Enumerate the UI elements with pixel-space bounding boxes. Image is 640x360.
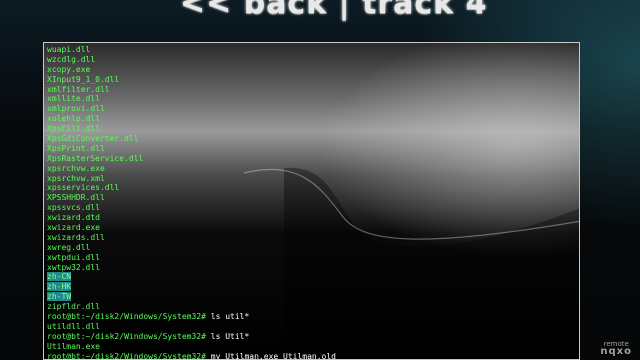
terminal-file-entry: XpsGdiConverter.dll xyxy=(47,134,577,144)
terminal-file-entry: xpsrchvw.exe xyxy=(47,164,577,174)
shell-command: ls util* xyxy=(205,312,250,322)
entry-name: wzcdlg.dll xyxy=(47,54,96,64)
terminal-command-line: root@bt:~/disk2/Windows/System32# mv Uti… xyxy=(47,351,577,360)
watermark-logo: remote nqxo xyxy=(600,340,632,357)
terminal-file-entry: xwreg.dll xyxy=(47,243,577,253)
entry-name: xwtpdui.dll xyxy=(47,252,100,262)
terminal-file-entry: Utilman.exe xyxy=(47,342,577,352)
entry-name: XpsFilt.dll xyxy=(47,124,100,134)
terminal-file-entry: xwtpdui.dll xyxy=(47,253,577,263)
desktop-background: << back | track 4 wuapi.dll wzcdlg.dll xco… xyxy=(0,0,640,360)
entry-name: XpsRasterService.dll xyxy=(47,153,144,163)
entry-name: xwreg.dll xyxy=(47,242,91,252)
terminal-file-entry: xwizard.dtd xyxy=(47,213,577,223)
terminal-file-entry: wuapi.dll xyxy=(47,45,577,55)
entry-name: zh-CN xyxy=(47,272,72,282)
entry-name: xmlprovi.dll xyxy=(47,104,105,114)
entry-name: XPSSHHDR.dll xyxy=(47,193,105,203)
entry-name: wuapi.dll xyxy=(47,45,91,54)
entry-name: xwizard.exe xyxy=(47,223,100,233)
terminal-file-entry: XpsPrint.dll xyxy=(47,144,577,154)
terminal-window[interactable]: wuapi.dll wzcdlg.dll xcopy.exe XInput9_1_0.… xyxy=(43,42,580,360)
entry-name: zh-TW xyxy=(47,292,72,302)
terminal-file-entry: xpsservices.dll xyxy=(47,183,577,193)
terminal-file-entry: xwizards.dll xyxy=(47,233,577,243)
entry-name: xpssvcs.dll xyxy=(47,203,100,213)
terminal-file-entry: XpsFilt.dll xyxy=(47,124,577,134)
terminal-file-entry: XpsRasterService.dll xyxy=(47,154,577,164)
entry-name: XpsPrint.dll xyxy=(47,143,105,153)
terminal-file-entry: xolehlp.dll xyxy=(47,114,577,124)
entry-name: zipfldr.dll xyxy=(47,302,100,312)
entry-name: xpsservices.dll xyxy=(47,183,120,193)
entry-name: xcopy.exe xyxy=(47,64,91,74)
entry-name: XInput9_1_0.dll xyxy=(47,74,120,84)
terminal-command-line: root@bt:~/disk2/Windows/System32# ls Uti… xyxy=(47,332,577,342)
entry-name: XpsGdiConverter.dll xyxy=(47,134,139,144)
shell-prompt: root@bt:~/disk2/Windows/System32# xyxy=(47,331,206,341)
entry-name: xmllite.dll xyxy=(47,94,100,104)
terminal-file-entry: zipfldr.dll xyxy=(47,302,577,312)
terminal-output: wuapi.dll wzcdlg.dll xcopy.exe XInput9_1_0.… xyxy=(47,45,577,360)
entry-name: xolehlp.dll xyxy=(47,114,100,124)
terminal-dir-entry: zh-CN xyxy=(47,272,577,282)
entry-name: xwtpw32.dll xyxy=(47,262,100,272)
terminal-file-entry: xmlfilter.dll xyxy=(47,85,577,95)
entry-name: zh-HK xyxy=(47,282,72,292)
terminal-dir-entry: zh-HK xyxy=(47,282,577,292)
terminal-file-entry: xwizard.exe xyxy=(47,223,577,233)
terminal-command-line: root@bt:~/disk2/Windows/System32# ls uti… xyxy=(47,312,577,322)
terminal-file-entry: xmlprovi.dll xyxy=(47,104,577,114)
terminal-dir-entry: zh-TW xyxy=(47,292,577,302)
entry-name: xpsrchvw.exe xyxy=(47,163,105,173)
entry-name: utildll.dll xyxy=(47,321,100,331)
backtrack-logo: << back | track 4 xyxy=(180,0,488,21)
entry-name: xpsrchvw.xml xyxy=(47,173,105,183)
terminal-file-entry: xcopy.exe xyxy=(47,65,577,75)
terminal-file-entry: XPSSHHDR.dll xyxy=(47,193,577,203)
entry-name: xwizard.dtd xyxy=(47,213,100,223)
watermark-bottom: nqxo xyxy=(600,346,632,357)
terminal-file-entry: utildll.dll xyxy=(47,322,577,332)
entry-name: xwizards.dll xyxy=(47,232,105,242)
shell-prompt: root@bt:~/disk2/Windows/System32# xyxy=(47,312,206,322)
shell-command: mv Utilman.exe Utilman.old xyxy=(205,351,336,360)
terminal-file-entry: xpssvcs.dll xyxy=(47,203,577,213)
terminal-file-entry: XInput9_1_0.dll xyxy=(47,75,577,85)
shell-prompt: root@bt:~/disk2/Windows/System32# xyxy=(47,351,206,360)
terminal-file-entry: xpsrchvw.xml xyxy=(47,174,577,184)
terminal-file-entry: wzcdlg.dll xyxy=(47,55,577,65)
shell-command: ls Util* xyxy=(205,331,250,341)
terminal-file-entry: xwtpw32.dll xyxy=(47,263,577,273)
terminal-file-entry: xmllite.dll xyxy=(47,94,577,104)
entry-name: Utilman.exe xyxy=(47,341,100,351)
entry-name: xmlfilter.dll xyxy=(47,84,110,94)
